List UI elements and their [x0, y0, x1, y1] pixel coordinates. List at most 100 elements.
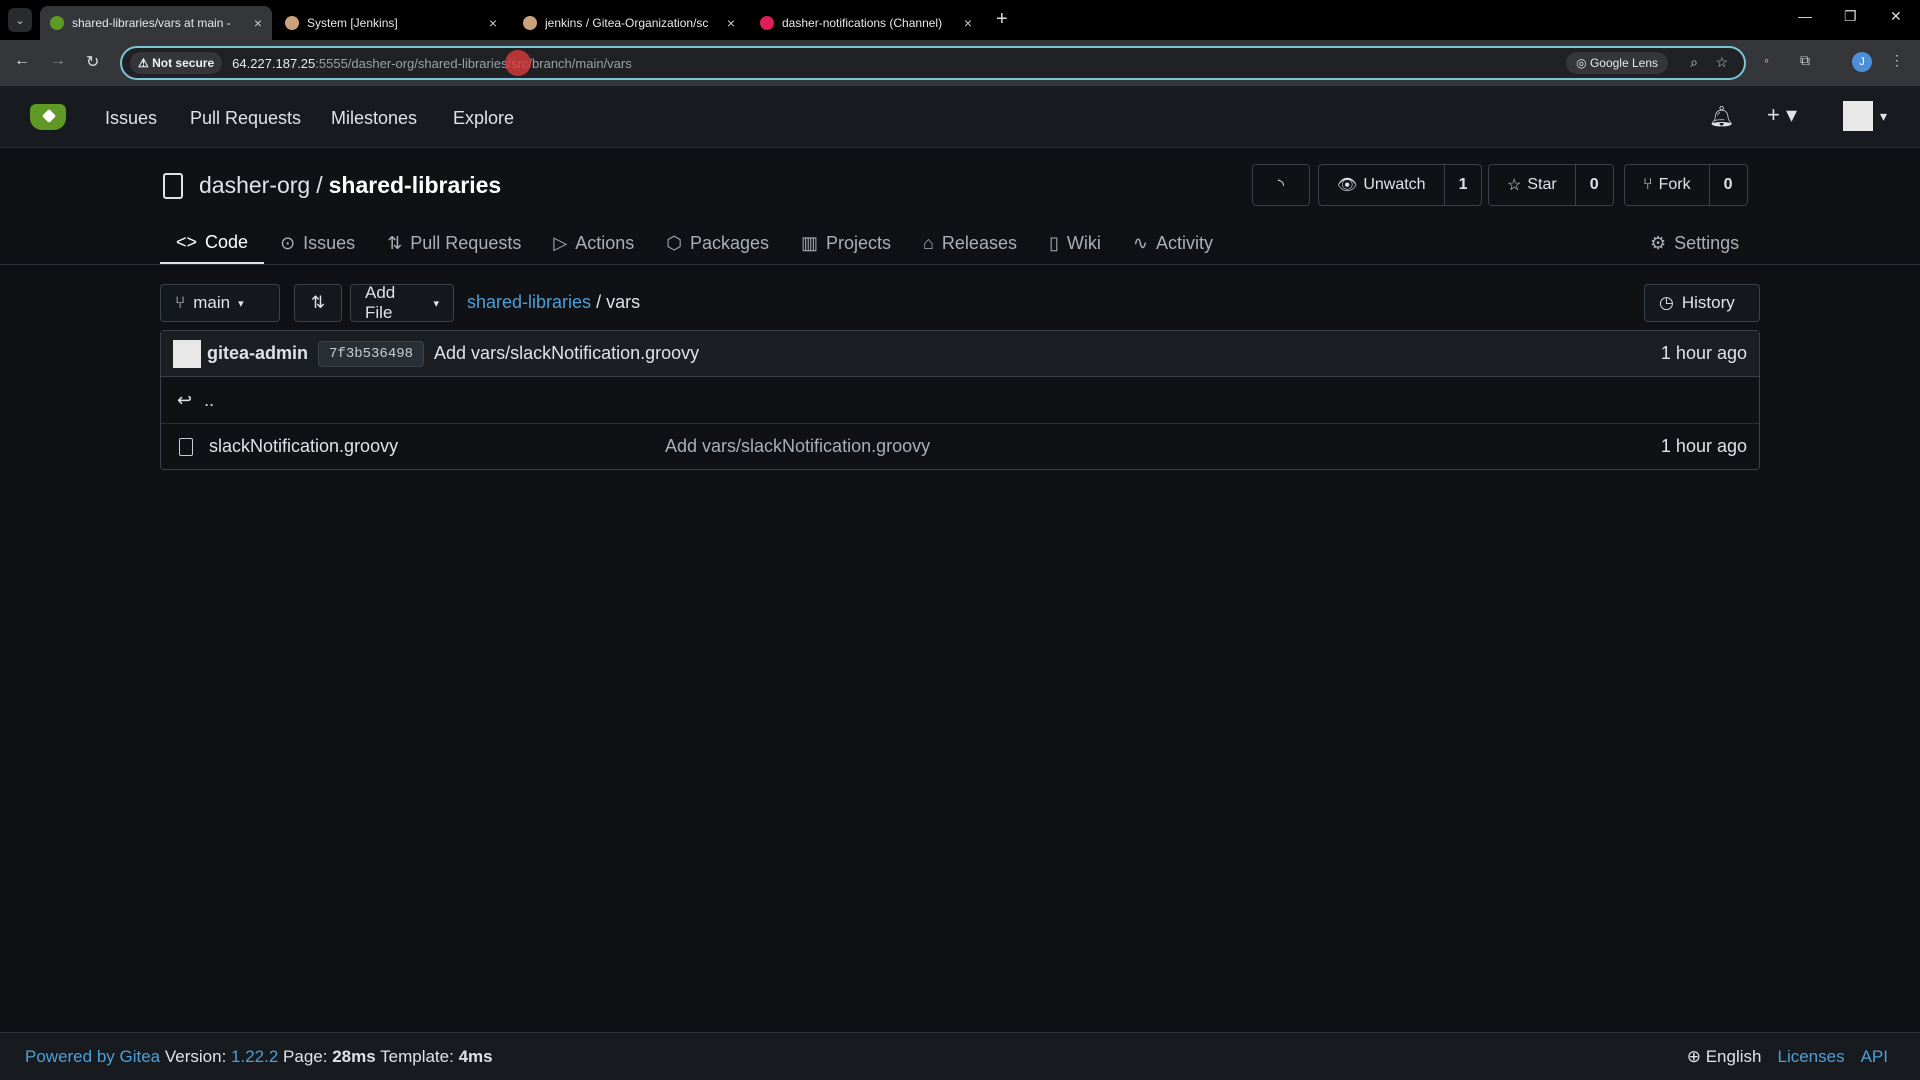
cast-icon[interactable]: ◦	[1764, 52, 1769, 68]
zoom-icon[interactable]: ⌕	[1690, 54, 1698, 71]
close-tab-icon[interactable]: ×	[254, 15, 262, 31]
tab-projects[interactable]: ▥ Projects	[785, 222, 907, 264]
bookmark-star-icon[interactable]: ☆	[1715, 54, 1728, 71]
browser-menu-icon[interactable]: ⋮	[1890, 52, 1904, 69]
minimize-icon[interactable]: —	[1798, 8, 1812, 24]
tab-actions[interactable]: ▷ Actions	[537, 222, 650, 264]
google-lens-button[interactable]: ◎ Google Lens	[1566, 52, 1668, 74]
parent-directory-row[interactable]: ↩ ..	[161, 377, 1759, 423]
extensions-icon[interactable]: ⧉	[1800, 52, 1810, 69]
tab-title: shared-libraries/vars at main -	[72, 16, 231, 30]
close-window-icon[interactable]: ✕	[1890, 8, 1902, 25]
browser-tab-active[interactable]: shared-libraries/vars at main - ×	[40, 6, 272, 40]
branch-selector[interactable]: ⑂ main ▾	[160, 284, 280, 322]
close-tab-icon[interactable]: ×	[489, 15, 497, 31]
file-name-link[interactable]: slackNotification.groovy	[209, 436, 398, 457]
globe-icon: ⊕	[1686, 1046, 1701, 1066]
new-tab-button[interactable]: +	[996, 8, 1008, 31]
browser-tab-jenkins-system[interactable]: System [Jenkins] ×	[275, 6, 507, 40]
commit-time: 1 hour ago	[1660, 343, 1747, 363]
commit-message-link[interactable]: Add vars/slackNotification.groovy	[434, 343, 699, 364]
nav-pull-requests[interactable]: Pull Requests	[190, 108, 301, 129]
notifications-bell-icon[interactable]: 🔔︎	[1709, 104, 1734, 129]
gitea-logo-icon[interactable]	[30, 104, 66, 130]
page-time-label: Page:	[283, 1046, 328, 1066]
tab-releases[interactable]: ⌂ Releases	[907, 222, 1033, 264]
tab-settings[interactable]: ⚙ Settings	[1650, 222, 1739, 264]
unwatch-button[interactable]: 👁︎ Unwatch	[1319, 165, 1444, 205]
close-tab-icon[interactable]: ×	[727, 15, 735, 31]
pull-request-icon: ⇅	[387, 232, 403, 253]
version-link[interactable]: 1.22.2	[231, 1047, 278, 1066]
tools-icon: ⚙	[1650, 232, 1667, 253]
browser-tab-slack[interactable]: dasher-notifications (Channel) ×	[750, 6, 982, 40]
fork-button-group: ⑂ Fork 0	[1624, 164, 1748, 206]
tab-issues[interactable]: ⊙ Issues	[264, 222, 371, 264]
user-avatar[interactable]	[1843, 101, 1873, 131]
tab-activity[interactable]: ∿ Activity	[1117, 222, 1229, 264]
breadcrumb: shared-libraries / vars	[467, 292, 640, 313]
api-link[interactable]: API	[1861, 1047, 1888, 1067]
book-icon: ▯	[1048, 232, 1059, 253]
create-new-plus-icon[interactable]: + ▾	[1767, 102, 1797, 128]
history-icon: ◷	[1659, 293, 1674, 312]
watchers-count[interactable]: 1	[1443, 165, 1482, 205]
breadcrumb-root-link[interactable]: shared-libraries	[467, 292, 591, 312]
pulse-icon: ∿	[1132, 232, 1148, 253]
back-icon[interactable]: ←	[14, 52, 30, 70]
footer-links: ⊕ English Licenses API	[1687, 1047, 1888, 1067]
forks-count[interactable]: 0	[1708, 165, 1747, 205]
slack-favicon-icon	[760, 16, 774, 30]
powered-by-link[interactable]: Powered by Gitea	[25, 1047, 160, 1066]
branch-icon: ⑂	[175, 293, 186, 312]
project-icon: ▥	[801, 232, 819, 253]
page-time-value: 28ms	[332, 1046, 376, 1066]
version-label: Version:	[164, 1046, 227, 1066]
template-time-value: 4ms	[458, 1046, 493, 1066]
restore-icon[interactable]: ❐	[1844, 8, 1857, 25]
forward-icon[interactable]: →	[50, 52, 66, 70]
tab-code[interactable]: <> Code	[160, 222, 265, 264]
nav-issues[interactable]: Issues	[105, 108, 157, 129]
parent-directory-link[interactable]: ..	[204, 390, 214, 411]
repo-owner-link[interactable]: dasher-org	[199, 172, 310, 199]
history-button[interactable]: ◷ History	[1644, 284, 1760, 322]
stars-count[interactable]: 0	[1574, 165, 1613, 205]
play-icon: ▷	[553, 232, 568, 253]
tab-pull-requests[interactable]: ⇅ Pull Requests	[371, 222, 537, 264]
nav-explore[interactable]: Explore	[453, 108, 514, 129]
star-button[interactable]: ☆ Star	[1489, 165, 1575, 205]
commit-author-link[interactable]: gitea-admin	[207, 343, 308, 364]
user-menu-chevron-icon[interactable]: ▾	[1880, 108, 1887, 125]
repo-icon	[163, 172, 183, 199]
template-time-label: Template:	[380, 1046, 454, 1066]
repo-name-link[interactable]: shared-libraries	[329, 172, 502, 199]
language-selector[interactable]: ⊕ English	[1687, 1047, 1762, 1067]
browser-tab-jenkins-org[interactable]: jenkins / Gitea-Organization/sc ×	[513, 6, 745, 40]
profile-avatar[interactable]: J	[1852, 52, 1872, 72]
jenkins-favicon-icon	[523, 16, 537, 30]
compare-button[interactable]: ⇅	[294, 284, 342, 322]
page-footer: Powered by Gitea Version: 1.22.2 Page: 2…	[0, 1032, 1920, 1080]
tab-search-button[interactable]: ⌄	[8, 8, 32, 32]
reload-icon[interactable]: ↻	[86, 52, 99, 72]
add-file-dropdown[interactable]: Add File ▾	[350, 283, 454, 322]
breadcrumb-separator: /	[596, 292, 602, 312]
list-item[interactable]: slackNotification.groovy Add vars/slackN…	[161, 423, 1759, 469]
not-secure-badge[interactable]: ⚠ Not secure	[130, 52, 223, 74]
nav-milestones[interactable]: Milestones	[331, 108, 417, 129]
file-commit-message-link[interactable]: Add vars/slackNotification.groovy	[665, 436, 930, 457]
tab-packages[interactable]: ⬡ Packages	[650, 222, 785, 264]
address-bar[interactable]: ⚠ Not secure 64.227.187.25:5555/dasher-o…	[120, 46, 1746, 80]
latest-commit-row: gitea-admin 7f3b536498 Add vars/slackNot…	[161, 331, 1759, 377]
tab-wiki[interactable]: ▯ Wiki	[1033, 222, 1117, 264]
url-text[interactable]: 64.227.187.25:5555/dasher-org/shared-lib…	[232, 56, 632, 71]
fork-button[interactable]: ⑂ Fork	[1625, 165, 1709, 205]
commit-author-avatar[interactable]	[173, 339, 201, 368]
commit-sha-link[interactable]: 7f3b536498	[318, 340, 425, 367]
licenses-link[interactable]: Licenses	[1777, 1047, 1844, 1067]
rss-feed-button[interactable]: ◝	[1252, 164, 1310, 206]
star-icon: ☆	[1507, 177, 1522, 194]
star-button-group: ☆ Star 0	[1488, 164, 1614, 206]
close-tab-icon[interactable]: ×	[964, 15, 972, 31]
